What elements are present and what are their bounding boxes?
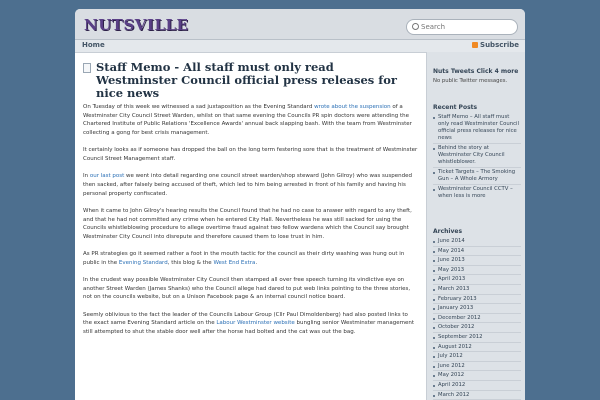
post-link[interactable]: Evening Standard	[119, 260, 168, 266]
archive-link[interactable]: August 2012	[433, 341, 521, 352]
post-text: .	[255, 259, 258, 266]
search-icon	[412, 23, 419, 30]
post-icon	[83, 63, 91, 73]
nav-home-link[interactable]: Home	[82, 41, 105, 49]
subscribe-label: Subscribe	[480, 41, 519, 49]
post-paragraph: When it came to John Gilroy's hearing re…	[83, 207, 418, 242]
post-paragraph: On Tuesday of this week we witnessed a s…	[83, 103, 418, 138]
post-link[interactable]: wrote about the suspension	[314, 104, 391, 110]
post-link[interactable]: Labour Westminster website	[216, 320, 294, 326]
search-input[interactable]	[421, 20, 511, 34]
header: NUTSVILLE	[75, 9, 525, 40]
main-content: Staff Memo - All staff must only read We…	[83, 61, 418, 337]
archive-link[interactable]: June 2013	[433, 255, 521, 265]
recent-post-link[interactable]: Ticket Targets – The Smoking Gun – A Who…	[433, 167, 521, 184]
post-text: we went into detail regarding one counci…	[83, 173, 412, 197]
archive-link[interactable]: October 2012	[433, 322, 521, 332]
rss-icon	[472, 41, 479, 48]
subscribe-link[interactable]: Subscribe	[472, 41, 519, 49]
archives-title: Archives	[433, 228, 463, 235]
archive-link[interactable]: May 2012	[433, 370, 521, 380]
archive-link[interactable]: February 2013	[433, 293, 521, 304]
sidebar: Nuts Tweets Click 4 more No public Twitt…	[426, 52, 525, 400]
recent-posts-list: Staff Memo – All staff must only read We…	[433, 113, 521, 201]
recent-post-link[interactable]: Staff Memo – All staff must only read We…	[433, 113, 521, 143]
archive-link[interactable]: May 2013	[433, 264, 521, 275]
post-paragraph: It certainly looks as if someone has dro…	[83, 146, 418, 163]
post-title-text: Staff Memo - All staff must only read We…	[96, 60, 397, 100]
archive-link[interactable]: May 2014	[433, 245, 521, 256]
archive-link[interactable]: September 2012	[433, 331, 521, 342]
post-title[interactable]: Staff Memo - All staff must only read We…	[83, 61, 418, 100]
archive-link[interactable]: April 2013	[433, 274, 521, 284]
tweets-title[interactable]: Nuts Tweets Click 4 more	[433, 68, 518, 75]
post-paragraph: Seemly oblivious to the fact the leader …	[83, 311, 418, 337]
site-logo[interactable]: NUTSVILLE	[84, 16, 188, 34]
recent-posts-title: Recent Posts	[433, 104, 478, 111]
post-body: On Tuesday of this week we witnessed a s…	[83, 103, 418, 337]
post-paragraph: In the crudest way possible Westminster …	[83, 276, 418, 302]
post-link[interactable]: West End Extra	[213, 260, 255, 266]
post-text: It certainly looks as if someone has dro…	[83, 147, 418, 163]
archive-link[interactable]: April 2012	[433, 379, 521, 390]
archive-link[interactable]: March 2013	[433, 283, 521, 294]
post-paragraph: As PR strategies go it seemed rather a f…	[83, 250, 418, 267]
post-text: , this blog & the	[167, 259, 214, 266]
archives-list: June 2014 May 2014 June 2013 May 2013 April …	[433, 237, 521, 400]
post-text: On Tuesday of this week we witnessed a s…	[83, 104, 315, 110]
post-link[interactable]: our last post	[90, 173, 124, 179]
archive-link[interactable]: December 2012	[433, 312, 521, 323]
archive-link[interactable]: June 2012	[433, 360, 521, 371]
recent-post-link[interactable]: Westminster Council CCTV – when less is …	[433, 184, 521, 201]
post-paragraph: In our last post we went into detail reg…	[83, 172, 418, 198]
post-text: When it came to John Gilroy's hearing re…	[83, 207, 412, 240]
post-text: In the crudest way possible Westminster …	[83, 277, 411, 301]
archive-link[interactable]: June 2014	[433, 237, 521, 246]
search-box[interactable]	[406, 19, 518, 35]
archive-link[interactable]: January 2013	[433, 303, 521, 313]
post-text: In	[83, 173, 90, 180]
archive-link[interactable]: March 2012	[433, 389, 521, 400]
recent-post-link[interactable]: Behind the story at Westminster City Cou…	[433, 143, 521, 167]
archive-link[interactable]: July 2012	[433, 351, 521, 361]
tweets-empty: No public Twitter messages.	[433, 78, 508, 84]
page: NUTSVILLE Home Subscribe Staff Memo - Al…	[75, 9, 525, 400]
